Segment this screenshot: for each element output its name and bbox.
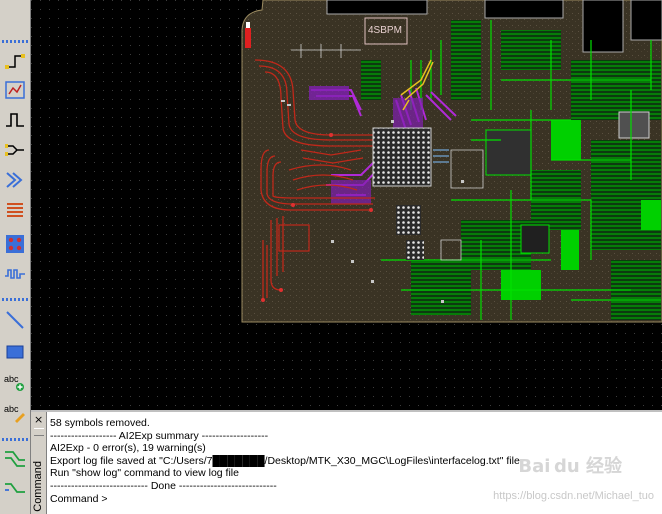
- pcb-design-canvas[interactable]: 4SBPM: [31, 0, 662, 410]
- toolbar-separator: [2, 298, 28, 301]
- draw-rect-icon[interactable]: [3, 340, 27, 364]
- draw-line-icon[interactable]: [3, 308, 27, 332]
- bga-component: [373, 128, 431, 186]
- diff-pair-icon[interactable]: [3, 138, 27, 162]
- dock-grip-icon[interactable]: [34, 428, 44, 436]
- fanout-icon[interactable]: [3, 198, 27, 222]
- via-array-icon[interactable]: [3, 232, 27, 256]
- watermark-url: https://blog.csdn.net/Michael_tuo: [493, 490, 654, 502]
- silkscreen-label: 4SBPM: [368, 25, 402, 36]
- trace-bend-icon[interactable]: [3, 108, 27, 132]
- command-panel-sidebar: × Command: [31, 412, 47, 514]
- close-icon[interactable]: ×: [34, 414, 43, 425]
- watermark-brand: Bai du 经验: [518, 456, 622, 477]
- tuning-icon[interactable]: [3, 262, 27, 286]
- output-line: 58 symbols removed.: [50, 417, 150, 429]
- svg-text:abc: abc: [4, 374, 19, 384]
- command-panel-title: Command: [32, 461, 44, 512]
- toolbar-separator: [2, 40, 28, 43]
- route-net-icon[interactable]: [3, 78, 27, 102]
- toolbar-separator: [2, 438, 28, 441]
- output-line: ------------------- AI2Exp summary -----…: [50, 429, 269, 442]
- edit-text-icon[interactable]: abc: [3, 400, 27, 424]
- pcb-layout-view: 4SBPM: [31, 0, 662, 410]
- left-toolbar: abc abc: [0, 0, 31, 514]
- svg-text:abc: abc: [4, 404, 19, 414]
- route-icon-a[interactable]: [3, 446, 27, 470]
- add-text-icon[interactable]: abc: [3, 370, 27, 394]
- route-icon-b[interactable]: [3, 476, 27, 500]
- connect-pin-icon[interactable]: [3, 48, 27, 72]
- bus-route-icon[interactable]: [3, 168, 27, 192]
